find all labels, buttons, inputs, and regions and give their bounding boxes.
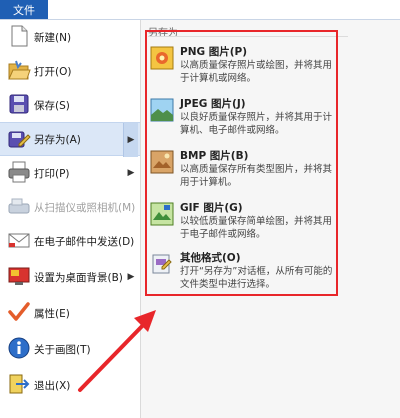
submenu-arrow-icon[interactable]: ▶ xyxy=(123,123,138,157)
menu-item-open[interactable]: 打开(O) xyxy=(0,54,140,88)
file-menu: 新建(N) 打开(O) 保存(S) 另存为(A) ▶ 打印(P) ▶ 从扫描仪或… xyxy=(0,20,140,418)
menu-item-label: 退出(X) xyxy=(34,379,71,392)
menu-item-about[interactable]: 关于画图(T) xyxy=(0,332,140,366)
submenu-arrow-icon[interactable]: ▶ xyxy=(124,156,138,190)
printer-icon xyxy=(6,159,32,185)
menu-item-label: 新建(N) xyxy=(34,31,72,44)
info-icon xyxy=(6,335,32,361)
submenu-arrow-icon[interactable]: ▶ xyxy=(124,260,138,294)
scanner-icon xyxy=(6,193,32,219)
save-disk-icon xyxy=(6,91,32,117)
menu-item-label: 在电子邮件中发送(D) xyxy=(34,235,135,248)
menu-item-label: 属性(E) xyxy=(34,307,70,320)
menu-item-properties[interactable]: 属性(E) xyxy=(0,296,140,330)
save-as-icon xyxy=(6,126,32,152)
menu-item-label: 保存(S) xyxy=(34,99,70,112)
menu-item-save-as[interactable]: 另存为(A) ▶ xyxy=(0,122,140,157)
menu-item-label: 另存为(A) xyxy=(34,133,81,146)
exit-icon xyxy=(6,371,32,397)
file-tab[interactable]: 文件 xyxy=(0,0,48,19)
checkmark-icon xyxy=(6,299,32,325)
menu-item-new[interactable]: 新建(N) xyxy=(0,20,140,54)
open-folder-icon xyxy=(6,57,32,83)
menu-item-save[interactable]: 保存(S) xyxy=(0,88,140,122)
highlight-box xyxy=(145,30,338,296)
menu-item-desktop-background[interactable]: 设置为桌面背景(B) ▶ xyxy=(0,260,140,294)
menu-item-print[interactable]: 打印(P) ▶ xyxy=(0,156,140,190)
menu-item-label: 关于画图(T) xyxy=(34,343,91,356)
desktop-background-icon xyxy=(6,263,32,289)
menu-item-from-scanner[interactable]: 从扫描仪或照相机(M) xyxy=(0,190,140,224)
menu-item-label: 打开(O) xyxy=(34,65,72,78)
menu-item-label: 设置为桌面背景(B) xyxy=(34,271,123,284)
menu-item-exit[interactable]: 退出(X) xyxy=(0,368,140,402)
menu-item-send-email[interactable]: 在电子邮件中发送(D) xyxy=(0,224,140,258)
menu-item-label: 从扫描仪或照相机(M) xyxy=(34,201,136,214)
new-file-icon xyxy=(6,23,32,49)
menu-item-label: 打印(P) xyxy=(34,167,70,180)
email-icon xyxy=(6,227,32,253)
